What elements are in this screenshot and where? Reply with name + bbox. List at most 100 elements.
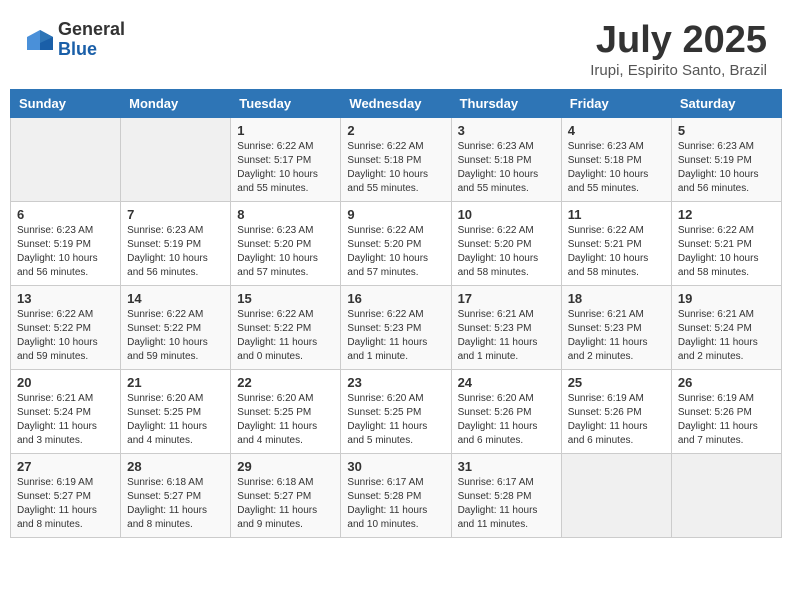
weekday-header-saturday: Saturday — [671, 89, 781, 117]
calendar-cell: 30Sunrise: 6:17 AM Sunset: 5:28 PM Dayli… — [341, 453, 451, 537]
day-number: 5 — [678, 123, 775, 138]
weekday-header-tuesday: Tuesday — [231, 89, 341, 117]
day-number: 4 — [568, 123, 665, 138]
day-info: Sunrise: 6:17 AM Sunset: 5:28 PM Dayligh… — [458, 476, 555, 532]
logo-icon — [25, 25, 55, 55]
day-info: Sunrise: 6:22 AM Sunset: 5:23 PM Dayligh… — [347, 308, 444, 364]
day-info: Sunrise: 6:19 AM Sunset: 5:27 PM Dayligh… — [17, 476, 114, 532]
calendar-cell: 13 Sunrise: 6:22 AM Sunset: 5:22 PM Dayli… — [11, 285, 121, 369]
calendar-cell: 24 Sunrise: 6:20 AM Sunset: 5:26 PM Dayli… — [451, 369, 561, 453]
day-info: Sunrise: 6:22 AM Sunset: 5:20 PM Dayligh… — [458, 224, 555, 280]
day-number: 28 — [127, 459, 224, 474]
day-info: Sunrise: 6:20 AM Sunset: 5:25 PM Dayligh… — [237, 392, 334, 448]
day-info: Sunrise: 6:18 AM Sunset: 5:27 PM Dayligh… — [127, 476, 224, 532]
calendar-cell: 23Sunrise: 6:20 AM Sunset: 5:25 PM Dayli… — [341, 369, 451, 453]
day-number: 14 — [127, 291, 224, 306]
day-number: 21 — [127, 375, 224, 390]
day-number: 15 — [237, 291, 334, 306]
calendar-cell: 9 Sunrise: 6:22 AM Sunset: 5:20 PM Daylig… — [341, 201, 451, 285]
day-number: 6 — [17, 207, 114, 222]
day-info: Sunrise: 6:22 AM Sunset: 5:20 PM Dayligh… — [347, 224, 444, 280]
day-info: Sunrise: 6:20 AM Sunset: 5:25 PM Dayligh… — [127, 392, 224, 448]
calendar-cell: 15Sunrise: 6:22 AM Sunset: 5:22 PM Dayli… — [231, 285, 341, 369]
day-info: Sunrise: 6:23 AM Sunset: 5:19 PM Dayligh… — [678, 140, 775, 196]
day-number: 25 — [568, 375, 665, 390]
logo-blue-text: Blue — [58, 40, 125, 60]
logo-text: General Blue — [58, 20, 125, 60]
calendar-cell: 11 Sunrise: 6:22 AM Sunset: 5:21 PM Dayli… — [561, 201, 671, 285]
day-number: 13 — [17, 291, 114, 306]
calendar-cell: 25Sunrise: 6:19 AM Sunset: 5:26 PM Dayli… — [561, 369, 671, 453]
day-number: 8 — [237, 207, 334, 222]
calendar-cell: 20 Sunrise: 6:21 AM Sunset: 5:24 PM Dayli… — [11, 369, 121, 453]
day-number: 19 — [678, 291, 775, 306]
day-number: 16 — [347, 291, 444, 306]
calendar-week-row: 6 Sunrise: 6:23 AM Sunset: 5:19 PM Daylig… — [11, 201, 782, 285]
calendar-cell: 10 Sunrise: 6:22 AM Sunset: 5:20 PM Dayli… — [451, 201, 561, 285]
day-number: 7 — [127, 207, 224, 222]
calendar-cell — [671, 453, 781, 537]
day-info: Sunrise: 6:23 AM Sunset: 5:18 PM Dayligh… — [568, 140, 665, 196]
day-number: 26 — [678, 375, 775, 390]
day-number: 23 — [347, 375, 444, 390]
day-number: 29 — [237, 459, 334, 474]
day-number: 18 — [568, 291, 665, 306]
calendar-cell: 5 Sunrise: 6:23 AM Sunset: 5:19 PM Daylig… — [671, 117, 781, 201]
calendar-cell: 1 Sunrise: 6:22 AM Sunset: 5:17 PM Daylig… — [231, 117, 341, 201]
day-number: 3 — [458, 123, 555, 138]
day-number: 31 — [458, 459, 555, 474]
day-number: 24 — [458, 375, 555, 390]
weekday-header-friday: Friday — [561, 89, 671, 117]
day-number: 2 — [347, 123, 444, 138]
day-info: Sunrise: 6:23 AM Sunset: 5:19 PM Dayligh… — [17, 224, 114, 280]
day-info: Sunrise: 6:22 AM Sunset: 5:21 PM Dayligh… — [568, 224, 665, 280]
calendar-cell: 29 Sunrise: 6:18 AM Sunset: 5:27 PM Dayli… — [231, 453, 341, 537]
day-number: 1 — [237, 123, 334, 138]
day-info: Sunrise: 6:22 AM Sunset: 5:22 PM Dayligh… — [127, 308, 224, 364]
day-info: Sunrise: 6:17 AM Sunset: 5:28 PM Dayligh… — [347, 476, 444, 532]
calendar-cell — [121, 117, 231, 201]
day-number: 10 — [458, 207, 555, 222]
day-number: 20 — [17, 375, 114, 390]
calendar-cell: 18 Sunrise: 6:21 AM Sunset: 5:23 PM Dayli… — [561, 285, 671, 369]
day-info: Sunrise: 6:19 AM Sunset: 5:26 PM Dayligh… — [678, 392, 775, 448]
location-subtitle: Irupi, Espirito Santo, Brazil — [590, 62, 767, 79]
day-info: Sunrise: 6:21 AM Sunset: 5:24 PM Dayligh… — [17, 392, 114, 448]
day-info: Sunrise: 6:23 AM Sunset: 5:18 PM Dayligh… — [458, 140, 555, 196]
calendar-cell — [11, 117, 121, 201]
calendar-cell: 2 Sunrise: 6:22 AM Sunset: 5:18 PM Daylig… — [341, 117, 451, 201]
day-info: Sunrise: 6:22 AM Sunset: 5:17 PM Dayligh… — [237, 140, 334, 196]
calendar-week-row: 20 Sunrise: 6:21 AM Sunset: 5:24 PM Dayli… — [11, 369, 782, 453]
calendar-week-row: 13 Sunrise: 6:22 AM Sunset: 5:22 PM Dayli… — [11, 285, 782, 369]
calendar-cell: 26 Sunrise: 6:19 AM Sunset: 5:26 PM Dayli… — [671, 369, 781, 453]
calendar-cell: 7 Sunrise: 6:23 AM Sunset: 5:19 PM Daylig… — [121, 201, 231, 285]
title-area: July 2025 Irupi, Espirito Santo, Brazil — [590, 20, 767, 79]
day-number: 22 — [237, 375, 334, 390]
calendar-cell: 31 Sunrise: 6:17 AM Sunset: 5:28 PM Dayli… — [451, 453, 561, 537]
day-info: Sunrise: 6:21 AM Sunset: 5:23 PM Dayligh… — [458, 308, 555, 364]
calendar-week-row: 1 Sunrise: 6:22 AM Sunset: 5:17 PM Daylig… — [11, 117, 782, 201]
day-number: 17 — [458, 291, 555, 306]
calendar-cell: 4 Sunrise: 6:23 AM Sunset: 5:18 PM Daylig… — [561, 117, 671, 201]
day-info: Sunrise: 6:23 AM Sunset: 5:19 PM Dayligh… — [127, 224, 224, 280]
day-number: 9 — [347, 207, 444, 222]
calendar-cell: 14 Sunrise: 6:22 AM Sunset: 5:22 PM Dayli… — [121, 285, 231, 369]
day-number: 27 — [17, 459, 114, 474]
day-number: 11 — [568, 207, 665, 222]
day-info: Sunrise: 6:21 AM Sunset: 5:24 PM Dayligh… — [678, 308, 775, 364]
day-info: Sunrise: 6:20 AM Sunset: 5:26 PM Dayligh… — [458, 392, 555, 448]
calendar-cell: 6 Sunrise: 6:23 AM Sunset: 5:19 PM Daylig… — [11, 201, 121, 285]
calendar-cell: 3 Sunrise: 6:23 AM Sunset: 5:18 PM Daylig… — [451, 117, 561, 201]
calendar-cell: 16 Sunrise: 6:22 AM Sunset: 5:23 PM Dayli… — [341, 285, 451, 369]
header: General Blue July 2025 Irupi, Espirito S… — [10, 10, 782, 84]
day-info: Sunrise: 6:22 AM Sunset: 5:22 PM Dayligh… — [17, 308, 114, 364]
day-info: Sunrise: 6:22 AM Sunset: 5:21 PM Dayligh… — [678, 224, 775, 280]
calendar-week-row: 27 Sunrise: 6:19 AM Sunset: 5:27 PM Dayli… — [11, 453, 782, 537]
calendar-table: SundayMondayTuesdayWednesdayThursdayFrid… — [10, 89, 782, 538]
calendar-cell: 19 Sunrise: 6:21 AM Sunset: 5:24 PM Dayli… — [671, 285, 781, 369]
day-info: Sunrise: 6:22 AM Sunset: 5:18 PM Dayligh… — [347, 140, 444, 196]
calendar-cell: 21 Sunrise: 6:20 AM Sunset: 5:25 PM Dayli… — [121, 369, 231, 453]
day-info: Sunrise: 6:21 AM Sunset: 5:23 PM Dayligh… — [568, 308, 665, 364]
calendar-cell: 12Sunrise: 6:22 AM Sunset: 5:21 PM Dayli… — [671, 201, 781, 285]
day-info: Sunrise: 6:18 AM Sunset: 5:27 PM Dayligh… — [237, 476, 334, 532]
